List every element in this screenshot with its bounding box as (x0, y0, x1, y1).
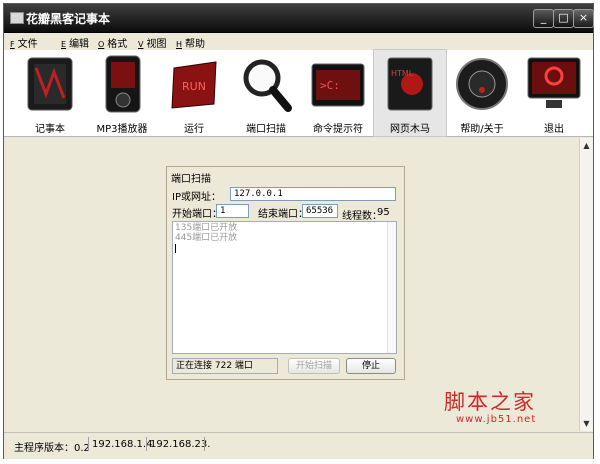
toolbar-help-about-label: 帮助/关于 (460, 124, 504, 135)
watermark-url: www.jb51.net (456, 414, 537, 425)
end-port-field[interactable]: 65536 (302, 204, 338, 218)
toolbar-portscan[interactable]: 端口扫描 (230, 50, 302, 136)
notepad-icon (27, 57, 73, 111)
status-divider (146, 437, 147, 451)
svg-text:>C:: >C: (320, 79, 340, 92)
window-title: 花瓣黑客记事本 (26, 12, 111, 26)
status-ip-1: 192.168.1.4 (92, 439, 153, 450)
status-ip-2: 192.168.23. (150, 439, 211, 450)
toolbar-exit[interactable]: 退出 (518, 50, 590, 136)
toolbar-html-trojan-label: 网页木马 (390, 124, 430, 135)
watermark-title: 脚本之家 (444, 390, 536, 414)
watermark: 脚本之家 www.jb51.net (444, 386, 574, 426)
status-version: 主程序版本：0.2 (14, 443, 90, 454)
toolbar-html-trojan[interactable]: HTML 网页木马 (373, 49, 447, 137)
toolbar-help-about[interactable]: 帮助/关于 (446, 50, 518, 136)
menu-file[interactable]: F 文件 (10, 35, 38, 50)
ip-label: IP或网址： (172, 192, 221, 203)
menu-help[interactable]: H 帮助 (176, 35, 205, 50)
port-scan-panel: 端口扫描 IP或网址： 127.0.0.1 开始端口： 1 结束端口： 6553… (166, 166, 405, 380)
shutdown-icon (527, 57, 581, 108)
menu-view[interactable]: V 视图 (138, 35, 166, 50)
scan-status: 正在连接 722 端口 (172, 358, 278, 374)
start-port-label: 开始端口： (172, 209, 222, 220)
ip-field[interactable]: 127.0.0.1 (230, 187, 396, 201)
minimize-button[interactable]: _ (533, 9, 554, 28)
toolbar-portscan-label: 端口扫描 (246, 124, 286, 135)
toolbar-exit-label: 退出 (544, 124, 564, 135)
stop-button[interactable]: 停止 (346, 358, 396, 374)
command-prompt-icon: >C: (311, 63, 365, 107)
status-divider (88, 437, 89, 451)
toolbar-run[interactable]: RUN 运行 (158, 50, 230, 136)
main-window: 花瓣黑客记事本 _ □ × F 文件 E 编辑 O 格式 V 视图 H 帮助 记事本 MP… (3, 3, 594, 459)
close-button[interactable]: × (573, 9, 594, 28)
scroll-down-icon[interactable]: ▼ (580, 417, 593, 430)
end-port-label: 结束端口： (258, 209, 308, 220)
log-line: 445端口已开放 (175, 233, 238, 243)
status-divider (204, 437, 205, 451)
panel-title: 端口扫描 (171, 174, 211, 185)
log-scrollbar[interactable] (387, 222, 396, 353)
run-icon: RUN (171, 61, 217, 109)
log-line: 135端口已开放 (175, 223, 238, 233)
start-port-field[interactable]: 1 (216, 204, 249, 218)
help-support-icon (456, 58, 508, 110)
maximize-button[interactable]: □ (553, 9, 574, 28)
vertical-scrollbar[interactable]: ▲ ▼ (579, 138, 593, 431)
title-bar[interactable]: 花瓣黑客记事本 _ □ × (4, 4, 594, 33)
toolbar-notepad-label: 记事本 (35, 124, 65, 135)
mp3-player-icon (105, 55, 141, 113)
menu-edit[interactable]: E 编辑 (61, 35, 89, 50)
start-scan-button[interactable]: 开始扫描 (288, 358, 340, 374)
threads-value: 95 (377, 207, 390, 218)
toolbar-notepad[interactable]: 记事本 (14, 50, 86, 136)
status-bar: 主程序版本：0.2 192.168.1.4 192.168.23. (4, 432, 593, 459)
menu-format[interactable]: O 格式 (98, 35, 127, 50)
threads-label: 线程数： (342, 211, 382, 222)
menu-bar: F 文件 E 编辑 O 格式 V 视图 H 帮助 (4, 33, 593, 50)
svg-text:HTML: HTML (391, 69, 414, 78)
app-icon (10, 12, 24, 24)
scroll-up-icon[interactable]: ▲ (580, 139, 593, 152)
html-trojan-icon: HTML (387, 57, 433, 111)
toolbar: 记事本 MP3播放器 RUN 运行 端口扫描 >C: 命令提示符 HTML 网页… (4, 49, 593, 137)
magnifier-icon (243, 59, 292, 112)
scan-log[interactable]: 135端口已开放 445端口已开放 (172, 221, 397, 354)
toolbar-run-label: 运行 (184, 124, 204, 135)
svg-text:RUN: RUN (182, 80, 206, 93)
toolbar-mp3[interactable]: MP3播放器 (86, 50, 158, 136)
toolbar-mp3-label: MP3播放器 (96, 124, 148, 135)
toolbar-cmd[interactable]: >C: 命令提示符 (302, 50, 374, 136)
text-cursor (175, 244, 176, 253)
toolbar-cmd-label: 命令提示符 (313, 124, 363, 135)
